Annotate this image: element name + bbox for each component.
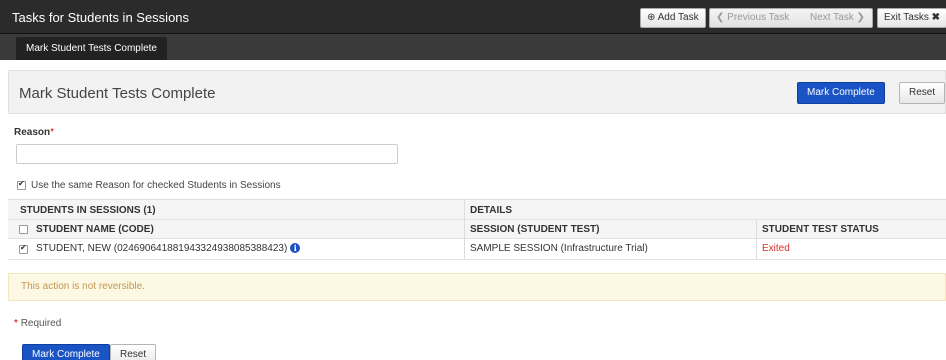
status-column-header[interactable]: STUDENT TEST STATUS (762, 224, 879, 235)
previous-task-label: Previous Task (727, 12, 790, 23)
mark-complete-button[interactable]: Mark Complete (797, 82, 885, 104)
add-task-label: Add Task (657, 12, 699, 23)
table-group-header: STUDENTS IN SESSIONS (1) DETAILS (8, 200, 946, 220)
footer-reset-button[interactable]: Reset (110, 344, 157, 360)
required-note: * Required (14, 318, 61, 329)
group-details-header: DETAILS (470, 205, 513, 216)
status-cell: Exited (762, 243, 790, 254)
select-all-checkbox[interactable] (19, 225, 28, 234)
required-note-text: Required (20, 318, 62, 329)
same-reason-label: Use the same Reason for checked Students… (31, 180, 281, 191)
same-reason-checkbox[interactable] (17, 179, 26, 190)
column-divider (464, 200, 465, 260)
close-icon: ✖ (931, 12, 941, 23)
reason-input[interactable] (16, 144, 398, 164)
panel-header: Mark Student Tests Complete Mark Complet… (8, 70, 946, 114)
next-task-label: Next Task (810, 12, 854, 23)
session-column-header[interactable]: SESSION (STUDENT TEST) (470, 224, 599, 235)
task-header-bar: Tasks for Students in Sessions ⊕ Add Tas… (0, 0, 946, 34)
next-task-button[interactable]: Next Task ❯ (810, 9, 865, 27)
table-column-header: STUDENT NAME (CODE) SESSION (STUDENT TES… (8, 220, 946, 239)
students-table: STUDENTS IN SESSIONS (1) DETAILS STUDENT… (8, 199, 946, 260)
student-name: STUDENT, NEW (02469064188194332493808538… (36, 243, 288, 254)
plus-circle-icon: ⊕ (647, 12, 656, 23)
column-divider (756, 220, 757, 260)
group-students-header: STUDENTS IN SESSIONS (1) (20, 205, 156, 216)
student-name-cell: STUDENT, NEW (02469064188194332493808538… (36, 243, 301, 254)
add-task-button[interactable]: ⊕ Add Task (640, 8, 706, 28)
page-title: Tasks for Students in Sessions (12, 10, 190, 25)
exit-tasks-label: Exit Tasks (884, 12, 929, 23)
footer-mark-complete-button[interactable]: Mark Complete (22, 344, 110, 360)
row-checkbox[interactable] (19, 243, 28, 254)
chevron-left-icon: ❮ (716, 12, 725, 23)
warning-alert: This action is not reversible. (8, 273, 946, 301)
reason-label: Reason* (14, 127, 54, 138)
info-icon[interactable]: i (290, 243, 301, 254)
chevron-right-icon: ❯ (856, 12, 865, 23)
reason-label-text: Reason (14, 127, 51, 138)
required-marker: * (50, 127, 55, 138)
session-cell: SAMPLE SESSION (Infrastructure Trial) (470, 243, 648, 254)
task-navigation: ❮ Previous Task Next Task ❯ (709, 8, 873, 28)
student-name-column-header[interactable]: STUDENT NAME (CODE) (36, 224, 154, 235)
reset-button[interactable]: Reset (899, 82, 946, 104)
table-row: STUDENT, NEW (02469064188194332493808538… (8, 239, 946, 260)
tab-mark-student-tests-complete[interactable]: Mark Student Tests Complete (16, 37, 167, 60)
task-tabs: Mark Student Tests Complete (0, 34, 946, 60)
required-note-marker: * (14, 318, 18, 329)
panel-heading: Mark Student Tests Complete (19, 85, 216, 102)
previous-task-button[interactable]: ❮ Previous Task (716, 9, 789, 27)
exit-tasks-button[interactable]: Exit Tasks ✖ (877, 8, 946, 28)
